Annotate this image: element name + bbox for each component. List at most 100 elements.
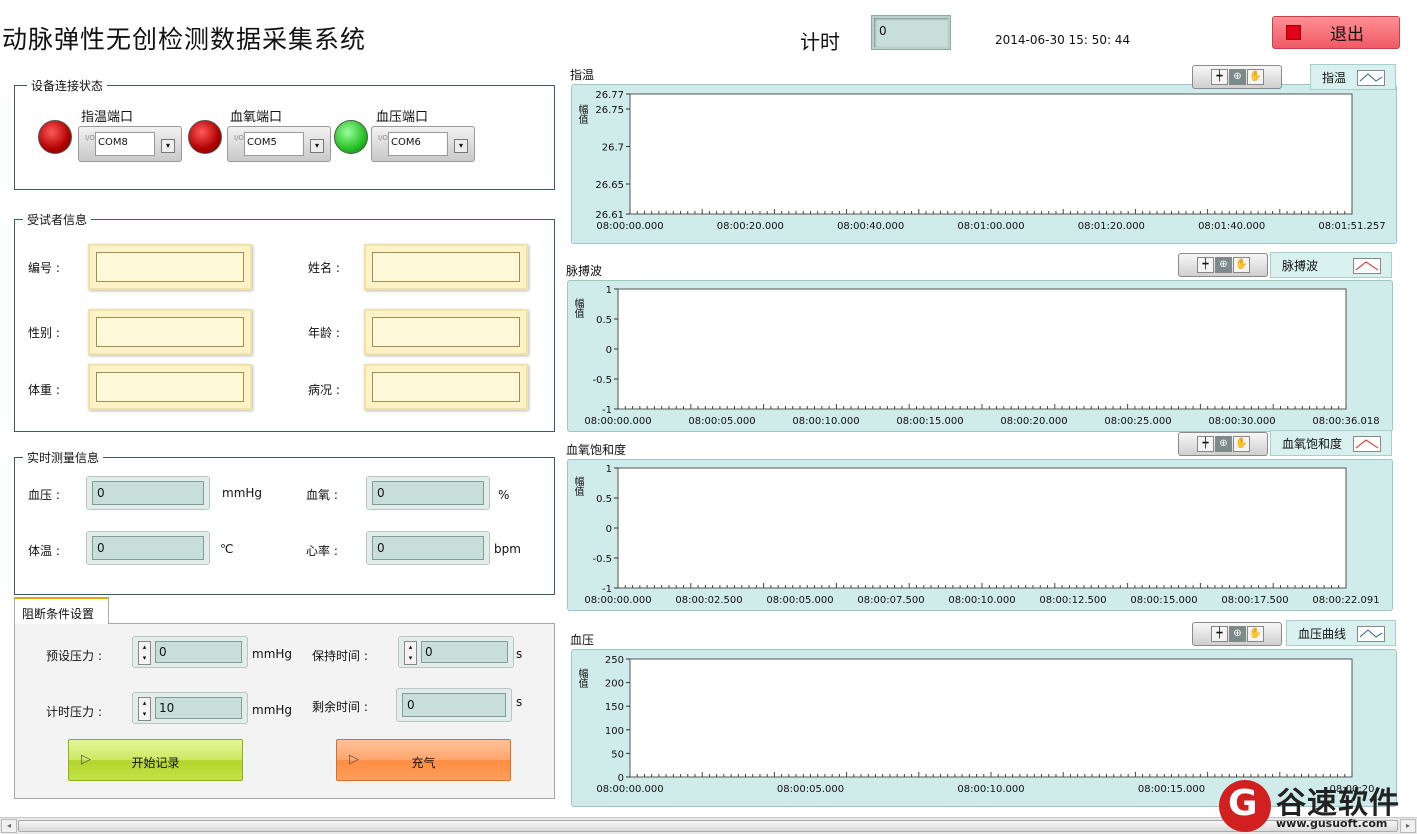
preset-pressure-unit: mmHg: [252, 647, 293, 661]
x-tick-label: 08:01:40.000: [1198, 221, 1265, 232]
spo2-port-value: COM5: [244, 132, 304, 156]
spo2-value: 0: [372, 481, 484, 505]
remain-time-value: 0: [402, 693, 506, 717]
zoom-tool-icon[interactable]: ⊕: [1229, 69, 1246, 85]
temp-port-select[interactable]: I/O COM8 ▾: [78, 126, 182, 162]
stepper-arrows-icon[interactable]: ▴ ▾: [138, 697, 151, 721]
zoom-tool-icon[interactable]: ⊕: [1215, 436, 1232, 452]
legend-swatch: [1357, 626, 1385, 642]
hr-display: 0: [366, 531, 490, 565]
temp-label: 体温 :: [28, 544, 60, 558]
preset-pressure-stepper[interactable]: ▴ ▾ 0: [132, 636, 248, 668]
y-tick-label: 26.75: [595, 105, 624, 116]
start-record-button[interactable]: ▷ 开始记录: [68, 739, 243, 781]
temp-chart[interactable]: 26.77 26.75 26.7 26.65 26.6108:00:00.000 08:0…: [586, 88, 1396, 238]
hr-unit: bpm: [494, 542, 521, 556]
hr-label: 心率 :: [306, 544, 338, 558]
watermark: G 谷速软件 www.gusuoft.com: [1218, 778, 1417, 834]
weight-field[interactable]: [88, 364, 252, 410]
x-tick-label: 08:00:05.000: [688, 416, 755, 427]
pulse-chart-toolbar: ┿ ⊕ ✋: [1178, 253, 1268, 277]
y-tick-label: 0: [618, 773, 624, 784]
y-tick-label: 26.77: [595, 90, 624, 101]
hold-time-label: 保持时间 :: [312, 649, 368, 663]
tab-block-settings[interactable]: 阻断条件设置: [14, 597, 109, 624]
x-tick-label: 08:00:12.500: [1039, 595, 1106, 606]
gender-field[interactable]: [88, 309, 252, 355]
spo2-port-select[interactable]: I/O COM5 ▾: [227, 126, 331, 162]
pan-tool-icon[interactable]: ✋: [1233, 257, 1250, 273]
spo2-display: 0: [366, 476, 490, 510]
condition-field[interactable]: [364, 364, 528, 410]
hr-value: 0: [372, 536, 484, 560]
bp-display: 0: [86, 476, 210, 510]
watermark-url: www.gusuoft.com: [1276, 817, 1388, 830]
name-label: 姓名 :: [308, 261, 340, 275]
x-tick-label: 08:00:05.000: [777, 784, 844, 795]
horizontal-scrollbar[interactable]: ◂ ▸: [0, 817, 1417, 834]
condition-label: 病况 :: [308, 383, 340, 397]
preset-pressure-value[interactable]: 0: [155, 641, 242, 663]
x-tick-label: 08:00:10.000: [948, 595, 1015, 606]
temp-display: 0: [86, 531, 210, 565]
y-tick-label: 26.61: [595, 210, 624, 221]
id-field[interactable]: [88, 244, 252, 290]
pulse-chart-legend[interactable]: 脉搏波: [1270, 252, 1392, 278]
temp-port-label: 指温端口: [81, 110, 134, 125]
cursor-tool-icon[interactable]: ┿: [1211, 626, 1228, 642]
spo2-chart-legend[interactable]: 血氧饱和度: [1270, 430, 1392, 456]
spo2-chart[interactable]: 1 0.5 0 -0.5 -108:00:00.000 08:00:02.500 08:00…: [580, 463, 1392, 609]
age-label: 年龄 :: [308, 326, 340, 340]
y-tick-label: 100: [605, 726, 624, 737]
chevron-down-icon[interactable]: ▾: [161, 139, 175, 153]
cursor-tool-icon[interactable]: ┿: [1197, 257, 1214, 273]
x-tick-label: 08:00:00.000: [584, 595, 651, 606]
plot-area[interactable]: [617, 288, 1347, 410]
stepper-arrows-icon[interactable]: ▴ ▾: [404, 641, 417, 665]
pan-tool-icon[interactable]: ✋: [1247, 69, 1264, 85]
pan-tool-icon[interactable]: ✋: [1247, 626, 1264, 642]
inflate-button[interactable]: ▷ 充气: [336, 739, 511, 781]
x-tick-label: 08:00:07.500: [857, 595, 924, 606]
x-tick-label: 08:00:15.000: [1138, 784, 1205, 795]
pan-tool-icon[interactable]: ✋: [1233, 436, 1250, 452]
plot-area[interactable]: [617, 467, 1347, 589]
legend-label: 血压曲线: [1298, 626, 1347, 641]
x-tick-label: 08:01:00.000: [957, 221, 1024, 232]
exit-label: 退出: [1330, 25, 1364, 45]
scrollbar-thumb[interactable]: [18, 820, 1398, 832]
hold-time-value[interactable]: 0: [421, 641, 508, 663]
x-tick-label: 08:00:15.000: [1130, 595, 1197, 606]
exit-button[interactable]: 退出: [1272, 16, 1400, 49]
watermark-brand: 谷速软件: [1276, 786, 1400, 821]
io-icon: I/O: [234, 134, 244, 142]
stepper-arrows-icon[interactable]: ▴ ▾: [138, 641, 151, 665]
cursor-tool-icon[interactable]: ┿: [1211, 69, 1228, 85]
age-field[interactable]: [364, 309, 528, 355]
legend-swatch: [1353, 258, 1381, 274]
bp-port-select[interactable]: I/O COM6 ▾: [371, 126, 475, 162]
bp-label: 血压 :: [28, 488, 60, 502]
bp-port-led: [334, 120, 368, 154]
y-tick-label: 0.5: [596, 494, 612, 505]
stop-icon: [1286, 25, 1301, 40]
timer-pressure-value[interactable]: 10: [155, 697, 242, 719]
pulse-chart[interactable]: 1 0.5 0 -0.5 -108:00:00.000 08:00:05.000 08:00…: [580, 284, 1392, 430]
chevron-down-icon[interactable]: ▾: [454, 139, 468, 153]
bp-chart-title: 血压: [570, 633, 595, 647]
timer-pressure-stepper[interactable]: ▴ ▾ 10: [132, 692, 248, 724]
zoom-tool-icon[interactable]: ⊕: [1215, 257, 1232, 273]
remain-time-label: 剩余时间 :: [312, 700, 368, 714]
hold-time-stepper[interactable]: ▴ ▾ 0: [398, 636, 514, 668]
plot-area[interactable]: [629, 658, 1353, 778]
spo2-port-led: [188, 120, 222, 154]
temp-chart-legend[interactable]: 指温: [1310, 64, 1396, 90]
chevron-down-icon[interactable]: ▾: [310, 139, 324, 153]
plot-area[interactable]: [629, 93, 1353, 215]
zoom-tool-icon[interactable]: ⊕: [1229, 626, 1246, 642]
scroll-left-icon[interactable]: ◂: [1, 819, 17, 833]
x-tick-label: 08:00:36.018: [1312, 416, 1379, 427]
name-field[interactable]: [364, 244, 528, 290]
bp-chart-legend[interactable]: 血压曲线: [1286, 620, 1396, 646]
cursor-tool-icon[interactable]: ┿: [1197, 436, 1214, 452]
